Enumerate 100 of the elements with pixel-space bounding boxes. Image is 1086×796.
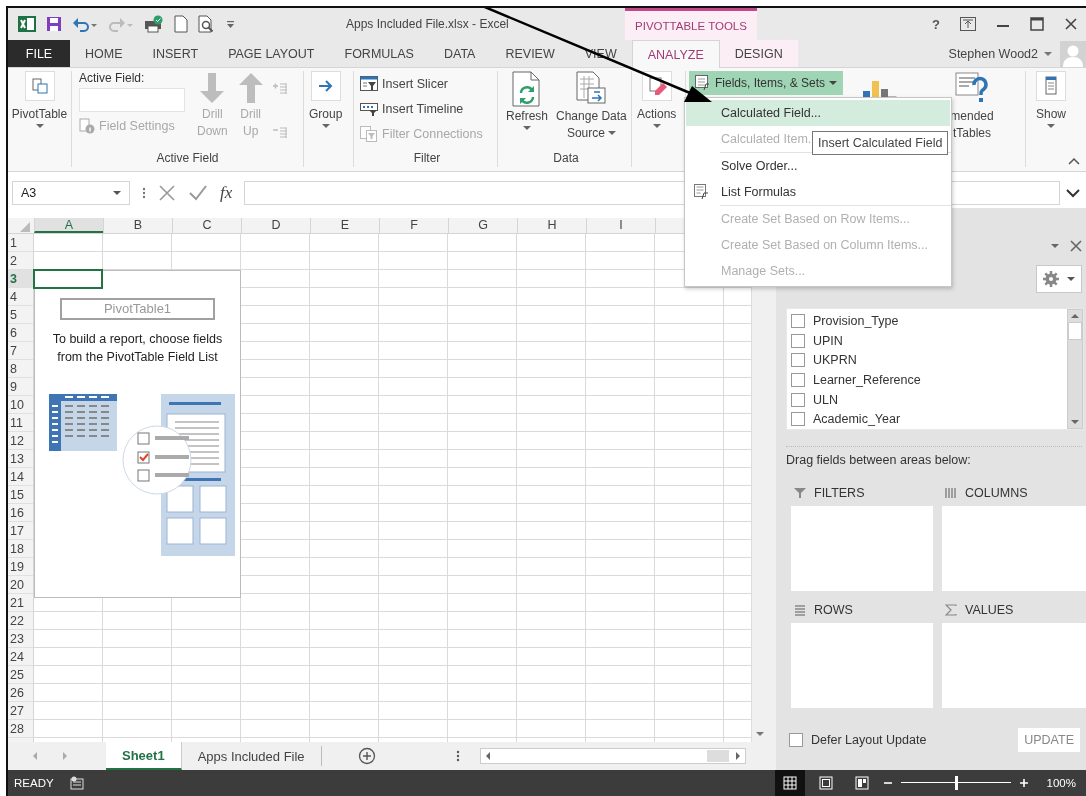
row-header[interactable]: 24 xyxy=(8,648,33,666)
menu-item[interactable]: Calculated Field... xyxy=(686,100,950,126)
field-name[interactable]: Academic_Year xyxy=(813,412,901,427)
ribbon-tab[interactable]: INSERT xyxy=(137,40,214,67)
scroll-down-icon[interactable] xyxy=(1070,418,1080,426)
column-header[interactable]: D xyxy=(241,218,310,233)
save-icon[interactable] xyxy=(46,16,62,32)
pivottable-button[interactable]: PivotTable xyxy=(9,71,70,167)
undo-icon[interactable] xyxy=(72,16,98,32)
active-cell-outline[interactable] xyxy=(33,269,103,289)
row-header[interactable]: 1 xyxy=(8,234,33,252)
menu-item[interactable]: Solve Order... xyxy=(686,153,950,179)
row-header[interactable]: 16 xyxy=(8,504,33,522)
ribbon-tab[interactable]: HOME xyxy=(70,40,138,67)
field-checkbox[interactable] xyxy=(791,333,805,348)
insert-timeline-button[interactable]: Insert Timeline xyxy=(360,98,494,120)
row-header[interactable]: 7 xyxy=(8,342,33,360)
caret-icon[interactable] xyxy=(1044,50,1052,57)
field-name[interactable]: ULN xyxy=(813,392,838,407)
ribbon-tab[interactable]: REVIEW xyxy=(490,40,570,67)
scroll-up-icon[interactable] xyxy=(1070,312,1080,320)
group-button[interactable]: Group xyxy=(307,71,345,167)
field-checkbox[interactable] xyxy=(791,392,805,407)
row-header[interactable]: 4 xyxy=(8,288,33,306)
collapse-ribbon-icon[interactable] xyxy=(1068,157,1080,165)
print-preview-icon[interactable] xyxy=(198,15,216,33)
row-header[interactable]: 11 xyxy=(8,414,33,432)
ribbon-display-icon[interactable] xyxy=(960,17,976,31)
row-header[interactable]: 18 xyxy=(8,540,33,558)
column-header[interactable]: I xyxy=(586,218,655,233)
field-checkbox[interactable] xyxy=(791,412,805,427)
row-header[interactable]: 26 xyxy=(8,684,33,702)
row-header[interactable]: 28 xyxy=(8,720,33,738)
row-header[interactable]: 21 xyxy=(8,594,33,612)
field-checkbox[interactable] xyxy=(791,372,805,387)
row-header[interactable]: 20 xyxy=(8,576,33,594)
sheet-tab[interactable]: Apps Included File xyxy=(181,746,322,766)
change-data-source-button[interactable]: Change Data Source xyxy=(554,71,629,151)
menu-item[interactable]: List Formulas xyxy=(686,179,950,205)
help-button[interactable]: ? xyxy=(932,16,940,32)
field-list-settings-button[interactable] xyxy=(1036,265,1082,293)
field-checkbox[interactable] xyxy=(791,313,805,328)
scroll-down-icon[interactable] xyxy=(755,730,765,738)
customize-caret-icon[interactable] xyxy=(226,18,236,30)
ribbon-tab[interactable]: PAGE LAYOUT xyxy=(213,40,330,67)
column-header[interactable]: B xyxy=(103,218,172,233)
row-header[interactable]: 27 xyxy=(8,702,33,720)
refresh-button[interactable]: Refresh xyxy=(504,71,551,151)
row-header[interactable]: 6 xyxy=(8,324,33,342)
document-icon[interactable] xyxy=(174,15,188,33)
ribbon-tab[interactable]: DESIGN xyxy=(719,40,798,67)
row-header[interactable]: 5 xyxy=(8,306,33,324)
insert-slicer-button[interactable]: Insert Slicer xyxy=(360,73,494,95)
horizontal-scrollbar[interactable] xyxy=(479,748,746,764)
zoom-slider-thumb[interactable] xyxy=(954,776,958,790)
user-name[interactable]: Stephen Wood2 xyxy=(948,46,1038,61)
ribbon-tab[interactable]: FORMULAS xyxy=(329,40,429,67)
scroll-thumb[interactable] xyxy=(1068,322,1082,340)
field-name[interactable]: UPIN xyxy=(813,333,843,348)
ribbon-tab[interactable]: ANALYZE xyxy=(631,40,720,68)
collapse-field-icon[interactable] xyxy=(271,125,288,141)
insert-function-button[interactable]: fx xyxy=(220,183,233,203)
row-header[interactable]: 9 xyxy=(8,378,33,396)
row-header[interactable]: 25 xyxy=(8,666,33,684)
actions-button[interactable]: Actions xyxy=(635,71,679,167)
column-header[interactable]: E xyxy=(310,218,379,233)
sheet-tab[interactable]: Sheet1 xyxy=(106,742,182,770)
pane-options-caret-icon[interactable] xyxy=(1050,242,1060,250)
ribbon-tab[interactable]: DATA xyxy=(428,40,491,67)
field-list-scrollbar[interactable] xyxy=(1067,309,1083,429)
active-field-input[interactable] xyxy=(79,88,185,112)
zoom-in-icon[interactable] xyxy=(1018,778,1029,788)
row-header[interactable]: 15 xyxy=(8,486,33,504)
splitter-grip-icon[interactable] xyxy=(455,749,460,763)
column-header[interactable]: H xyxy=(517,218,586,233)
add-sheet-icon[interactable] xyxy=(357,747,376,765)
row-header[interactable]: 10 xyxy=(8,396,33,414)
column-header[interactable]: F xyxy=(379,218,448,233)
row-header[interactable]: 22 xyxy=(8,612,33,630)
defer-layout-checkbox[interactable] xyxy=(789,733,803,747)
expand-formula-bar-icon[interactable] xyxy=(1066,188,1080,198)
row-header[interactable]: 13 xyxy=(8,450,33,468)
printer-icon[interactable] xyxy=(144,15,164,33)
fields-items-sets-button[interactable]: Fields, Items, & Sets xyxy=(689,71,844,95)
field-name[interactable]: UKPRN xyxy=(813,353,857,368)
enter-checkmark-icon[interactable] xyxy=(188,184,208,202)
name-box[interactable]: A3 xyxy=(12,181,130,205)
defer-layout-label[interactable]: Defer Layout Update xyxy=(811,733,927,747)
next-sheet-icon[interactable] xyxy=(60,751,70,761)
normal-view-button[interactable] xyxy=(774,770,805,796)
excel-logo-icon[interactable] xyxy=(18,15,36,33)
cancel-icon[interactable] xyxy=(158,184,176,202)
row-header[interactable]: 12 xyxy=(8,432,33,450)
close-icon[interactable] xyxy=(1070,240,1082,252)
row-header[interactable]: 17 xyxy=(8,522,33,540)
expand-field-icon[interactable] xyxy=(271,81,288,97)
row-header[interactable]: 19 xyxy=(8,558,33,576)
zoom-level[interactable]: 100% xyxy=(1046,777,1076,789)
field-checkbox[interactable] xyxy=(791,353,805,368)
field-name[interactable]: Provision_Type xyxy=(813,313,899,328)
